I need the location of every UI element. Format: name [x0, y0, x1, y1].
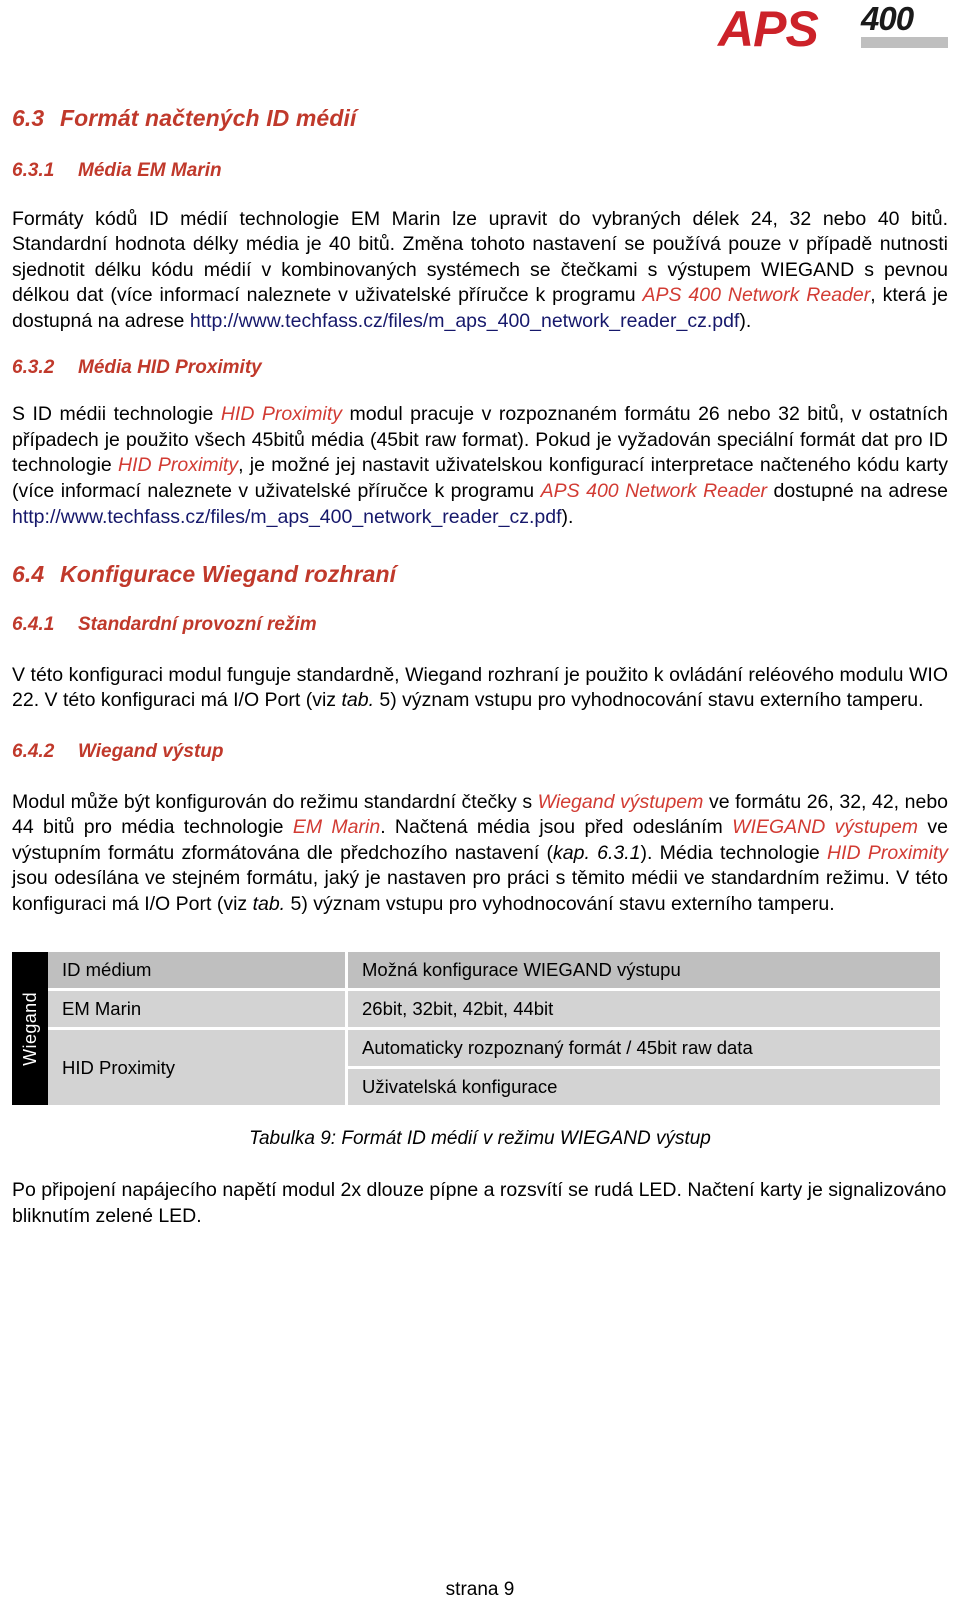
link-aps-400-network-reader-2: APS 400 Network Reader [540, 480, 768, 502]
table-cell-config-hid-proximity-group: Automaticky rozpoznaný formát / 45bit ra… [348, 1029, 940, 1106]
heading-6-3-1: 6.3.1 Média EM Marin [12, 159, 948, 183]
url-network-reader-pdf-2[interactable]: http://www.techfass.cz/files/m_aps_400_n… [12, 506, 562, 528]
heading-6-3-2: 6.3.2 Média HID Proximity [12, 356, 948, 380]
table-cell-config-hid-auto: Automaticky rozpoznaný formát / 45bit ra… [348, 1029, 940, 1067]
term-hid-proximity-3: HID Proximity [827, 841, 948, 864]
table-header-cell-config: Možná konfigurace WIEGAND výstupu [348, 951, 940, 988]
heading-6-4-1-title: Standardní provozní režim [78, 613, 317, 635]
table-header-row: ID médium Možná konfigurace WIEGAND výst… [48, 951, 940, 988]
term-hid-proximity-1: HID Proximity [220, 403, 343, 426]
heading-6-3: 6.3 Formát načtených ID médií [12, 104, 948, 133]
table-cell-medium-hid-proximity: HID Proximity [48, 1029, 348, 1106]
document-page: APS 400 6.3 Formát načtených ID médií 6.3… [0, 0, 960, 1623]
heading-6-3-2-number: 6.3.2 [12, 357, 55, 379]
heading-6-4-1-number: 6.4.1 [12, 613, 55, 635]
para-641-text-b: 5) význam vstupu pro vyhodnocování stavu… [374, 689, 924, 712]
heading-6-3-2-title: Média HID Proximity [78, 357, 262, 379]
heading-6-4: 6.4 Konfigurace Wiegand rozhraní [12, 560, 948, 589]
table-9-body: ID médium Možná konfigurace WIEGAND výst… [48, 951, 940, 1106]
table-row: HID Proximity Automaticky rozpoznaný for… [48, 1029, 940, 1106]
paragraph-6-3-1: Formáty kódů ID médií technologie EM Mar… [12, 207, 948, 335]
paragraph-tail: Po připojení napájecího napětí modul 2x … [12, 1179, 947, 1227]
para-642-text-e: ). Média technologie [640, 841, 827, 864]
heading-6-3-1-number: 6.3.1 [12, 159, 55, 181]
para-642-text-a: Modul může být konfigurován do režimu st… [12, 790, 538, 813]
heading-6-4-2-number: 6.4.2 [12, 740, 55, 762]
para-632-text-d: dostupné na adrese [767, 480, 949, 502]
table-9-caption: Tabulka 9: Formát ID médií v režimu WIEG… [249, 1128, 711, 1150]
page-footer: strana 9 [0, 1579, 960, 1601]
table-cell-config-hid-user: Uživatelská konfigurace [348, 1069, 940, 1106]
table-cell-config-em-marin: 26bit, 32bit, 42bit, 44bit [348, 990, 940, 1027]
heading-6-4-2-title: Wiegand výstup [78, 740, 224, 762]
page-number-label: strana 9 [445, 1579, 515, 1600]
heading-6-4-number: 6.4 [12, 561, 45, 588]
table-header-cell-medium: ID médium [48, 951, 348, 988]
table-9-side-label: Wiegand [12, 951, 48, 1106]
link-aps-400-network-reader-1: APS 400 Network Reader [642, 284, 871, 307]
heading-6-3-1-title: Média EM Marin [78, 159, 222, 181]
table-cell-medium-em-marin: EM Marin [48, 990, 348, 1027]
para-631-text-c: ). [739, 309, 752, 332]
url-network-reader-pdf-1[interactable]: http://www.techfass.cz/files/m_aps_400_n… [190, 310, 740, 332]
term-em-marin: EM Marin [292, 816, 381, 839]
term-wiegand-vystupem-2: WIEGAND výstupem [732, 816, 919, 839]
table-9: Wiegand ID médium Možná konfigurace WIEG… [12, 951, 940, 1106]
heading-6-3-title: Formát načtených ID médií [60, 105, 357, 131]
paragraph-6-3-2: S ID médii technologie HID Proximity mod… [12, 402, 948, 530]
table-9-grid: Wiegand ID médium Možná konfigurace WIEG… [12, 951, 940, 1106]
para-632-text-a: S ID médii technologie [12, 403, 221, 426]
para-642-text-g: 5) význam vstupu pro vyhodnocování stavu… [285, 893, 835, 915]
table-9-side-label-text: Wiegand [20, 991, 40, 1066]
heading-6-4-2: 6.4.2 Wiegand výstup [12, 740, 948, 764]
ref-tab-5-a: tab. [341, 689, 374, 712]
term-hid-proximity-2: HID Proximity [118, 454, 239, 477]
heading-6-4-1: 6.4.1 Standardní provozní režim [12, 613, 948, 637]
paragraph-6-4-1: V této konfiguraci modul funguje standar… [12, 663, 948, 714]
ref-kap-6-3-1: kap. 6.3.1 [553, 841, 641, 864]
table-row: EM Marin 26bit, 32bit, 42bit, 44bit [48, 990, 940, 1027]
term-wiegand-vystupem-1: Wiegand výstupem [537, 790, 704, 813]
page-content: 6.3 Formát načtených ID médií 6.3.1 Média … [12, 0, 948, 1229]
heading-6-4-title: Konfigurace Wiegand rozhraní [60, 561, 397, 588]
heading-6-3-number: 6.3 [12, 105, 45, 131]
para-632-text-e: ). [561, 505, 574, 528]
ref-tab-5-b: tab. [252, 893, 286, 915]
paragraph-6-4-2: Modul může být konfigurován do režimu st… [12, 790, 948, 918]
para-642-text-c: . Načtená média jsou před odesláním [380, 816, 733, 839]
